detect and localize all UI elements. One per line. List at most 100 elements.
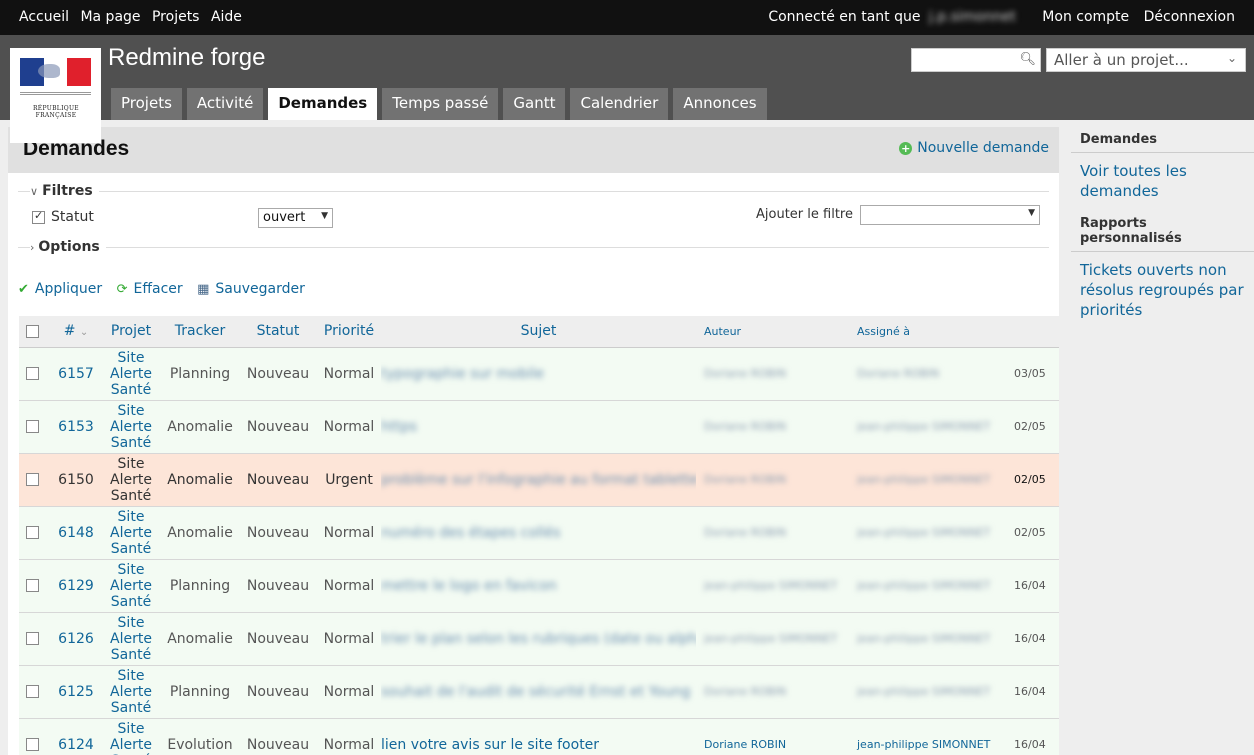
issue-id-link[interactable]: 6124: [51, 718, 101, 755]
row-checkbox[interactable]: [25, 526, 39, 539]
issue-author-link[interactable]: Doriane ROBIN: [704, 738, 786, 751]
apply-button[interactable]: ✔ Appliquer: [18, 281, 102, 297]
issue-project-link[interactable]: Site Alerte Santé: [101, 453, 161, 507]
issue-project-link[interactable]: Site Alerte Santé: [101, 665, 161, 719]
issue-id-link[interactable]: 6126: [51, 612, 101, 666]
tab-activity[interactable]: Activité: [186, 88, 264, 120]
table-row[interactable]: 6157 Site Alerte Santé Planning Nouveau Norm…: [19, 347, 1059, 401]
status-filter-checkbox[interactable]: [32, 209, 45, 224]
column-header-subject[interactable]: Sujet: [381, 316, 696, 348]
top-link-projects[interactable]: Projets: [152, 9, 200, 25]
issue-project-link[interactable]: Site Alerte Santé: [101, 559, 161, 613]
issue-id-link[interactable]: 6125: [51, 665, 101, 719]
issue-author-link[interactable]: Doriane ROBIN: [704, 473, 786, 486]
tab-projects[interactable]: Projets: [111, 88, 182, 120]
column-header-status[interactable]: Statut: [239, 316, 317, 348]
save-label[interactable]: Sauvegarder: [215, 281, 304, 297]
save-button[interactable]: ▦ Sauvegarder: [197, 281, 305, 297]
table-row[interactable]: 6150 Site Alerte Santé Anomalie Nouveau Urge…: [19, 453, 1059, 507]
issue-id-link[interactable]: 6157: [51, 347, 101, 401]
tab-calendar[interactable]: Calendrier: [570, 88, 669, 120]
issue-assignee-link[interactable]: jean-philippe SIMONNET: [857, 473, 990, 486]
column-header-author[interactable]: Auteur: [696, 316, 849, 348]
issue-assignee-link[interactable]: jean-philippe SIMONNET: [857, 526, 990, 539]
column-header-tracker[interactable]: Tracker: [161, 316, 239, 348]
issue-id-link[interactable]: 6153: [51, 400, 101, 454]
site-title[interactable]: Redmine forge: [108, 44, 265, 72]
row-checkbox[interactable]: [25, 579, 39, 592]
search-icon[interactable]: 🔍︎: [1019, 52, 1036, 67]
top-link-help[interactable]: Aide: [211, 9, 242, 25]
table-row[interactable]: 6129 Site Alerte Santé Planning Nouveau Norm…: [19, 559, 1059, 613]
issue-subject-link[interactable]: mettre le logo en favicon: [381, 578, 557, 594]
row-checkbox[interactable]: [25, 473, 39, 486]
table-row[interactable]: 6125 Site Alerte Santé Planning Nouveau Norm…: [19, 665, 1059, 719]
project-jump-select[interactable]: Aller à un projet... ⌄: [1046, 48, 1246, 72]
issue-project-link[interactable]: Site Alerte Santé: [101, 506, 161, 560]
issue-assignee-link[interactable]: jean-philippe SIMONNET: [857, 632, 990, 645]
tab-spent-time[interactable]: Temps passé: [382, 88, 499, 120]
issue-subject-link[interactable]: typographie sur mobile: [381, 366, 544, 382]
issue-project-link[interactable]: Site Alerte Santé: [101, 718, 161, 755]
row-checkbox[interactable]: [25, 367, 39, 380]
table-row[interactable]: 6153 Site Alerte Santé Anomalie Nouveau Norm…: [19, 400, 1059, 454]
tab-issues[interactable]: Demandes: [268, 88, 378, 120]
issue-assignee-link[interactable]: Doriane ROBIN: [857, 367, 939, 380]
filters-legend[interactable]: ∨ Filtres: [30, 183, 99, 199]
top-link-my-page[interactable]: Ma page: [80, 9, 140, 25]
logout-link[interactable]: Déconnexion: [1144, 9, 1235, 25]
issue-id-link[interactable]: 6148: [51, 506, 101, 560]
issue-subject-link[interactable]: problème sur l'infographie au format tab…: [381, 472, 696, 488]
issue-author-link[interactable]: jean-philippe SIMONNET: [704, 579, 837, 592]
issue-assignee-link[interactable]: jean-philippe SIMONNET: [857, 420, 990, 433]
add-filter-select[interactable]: ▼: [860, 205, 1040, 225]
issue-id-link[interactable]: 6129: [51, 559, 101, 613]
select-all-checkbox[interactable]: [25, 324, 39, 338]
clear-button[interactable]: ⟳ Effacer: [117, 281, 183, 297]
issue-subject-link[interactable]: souhait de l'audit de sécurité Ernst et …: [381, 684, 690, 700]
issue-author-link[interactable]: Doriane ROBIN: [704, 367, 786, 380]
issue-subject-link[interactable]: numéro des étapes collés: [381, 525, 561, 541]
column-header-project[interactable]: Projet: [101, 316, 161, 348]
issue-author-link[interactable]: Doriane ROBIN: [704, 420, 786, 433]
row-checkbox[interactable]: [25, 738, 39, 751]
column-header-updated[interactable]: M: [1004, 316, 1059, 348]
tab-gantt[interactable]: Gantt: [503, 88, 566, 120]
table-row[interactable]: 6148 Site Alerte Santé Anomalie Nouveau Norm…: [19, 506, 1059, 560]
issue-subject-link[interactable]: https: [381, 419, 417, 435]
status-operator-select[interactable]: ouvert ▼: [258, 208, 333, 228]
row-checkbox[interactable]: [25, 632, 39, 645]
view-all-issues-link[interactable]: Voir toutes les demandes: [1071, 153, 1254, 211]
column-header-assignee[interactable]: Assigné à: [849, 316, 1004, 348]
issue-author-link[interactable]: Doriane ROBIN: [704, 526, 786, 539]
search-input[interactable]: 🔍︎: [911, 48, 1041, 72]
tab-news[interactable]: Annonces: [673, 88, 767, 120]
issue-assignee-link[interactable]: jean-philippe SIMONNET: [857, 579, 990, 592]
options-legend[interactable]: › Options: [30, 239, 106, 255]
custom-report-link[interactable]: Tickets ouverts non résolus regroupés pa…: [1071, 252, 1254, 330]
new-issue-label[interactable]: Nouvelle demande: [917, 140, 1049, 156]
column-header-id[interactable]: # ⌄: [51, 316, 101, 348]
issue-author-link[interactable]: jean-philippe SIMONNET: [704, 632, 837, 645]
issue-project-link[interactable]: Site Alerte Santé: [101, 347, 161, 401]
clear-label[interactable]: Effacer: [134, 281, 183, 297]
row-checkbox[interactable]: [25, 420, 39, 433]
chevron-down-icon: ⌄: [1226, 51, 1237, 65]
issue-project-link[interactable]: Site Alerte Santé: [101, 400, 161, 454]
username[interactable]: j.p.simonnet: [929, 9, 1016, 25]
issue-assignee-link[interactable]: jean-philippe SIMONNET: [857, 738, 990, 751]
apply-label[interactable]: Appliquer: [35, 281, 102, 297]
new-issue-link[interactable]: + Nouvelle demande: [899, 140, 1049, 156]
issue-author-link[interactable]: Doriane ROBIN: [704, 685, 786, 698]
table-row[interactable]: 6126 Site Alerte Santé Anomalie Nouveau Norm…: [19, 612, 1059, 666]
issue-id-link[interactable]: 6150: [51, 453, 101, 507]
table-row[interactable]: 6124Site Alerte SantéEvolutionNouveauNor…: [19, 718, 1059, 755]
my-account-link[interactable]: Mon compte: [1042, 9, 1129, 25]
issue-subject-link[interactable]: trier le plan selon les rubriques (date …: [381, 631, 696, 647]
top-link-home[interactable]: Accueil: [19, 9, 69, 25]
issue-assignee-link[interactable]: jean-philippe SIMONNET: [857, 685, 990, 698]
issue-project-link[interactable]: Site Alerte Santé: [101, 612, 161, 666]
issue-subject-link[interactable]: lien votre avis sur le site footer: [381, 737, 599, 753]
column-header-priority[interactable]: Priorité: [317, 316, 381, 348]
row-checkbox[interactable]: [25, 685, 39, 698]
